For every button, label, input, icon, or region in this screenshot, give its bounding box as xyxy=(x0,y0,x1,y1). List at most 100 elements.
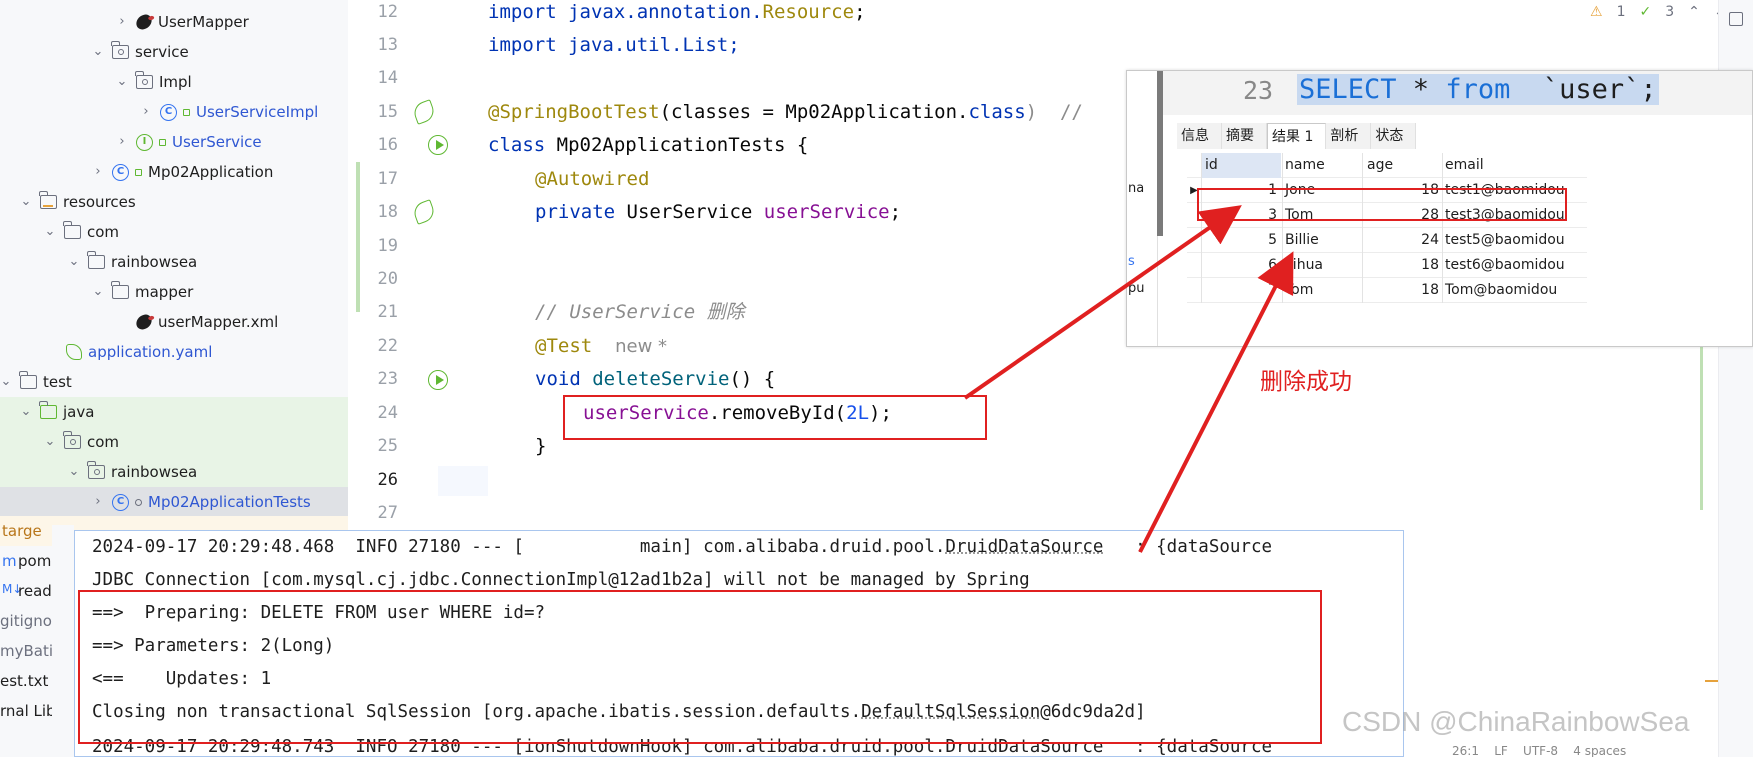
line-number: 13 xyxy=(377,35,398,55)
code-text: void xyxy=(535,368,593,390)
tab-info[interactable]: 信息 xyxy=(1177,123,1222,149)
console-link[interactable]: DruidDataSource xyxy=(945,537,1103,557)
tree-item-usermapper-xml[interactable]: userMapper.xml xyxy=(0,307,348,337)
cell-id[interactable]: 6 xyxy=(1201,253,1281,278)
cell-name[interactable]: Tom xyxy=(1283,278,1363,303)
cell-email[interactable]: test5@baomidou xyxy=(1443,228,1567,253)
tab-profile[interactable]: 剖析 xyxy=(1326,123,1372,149)
tree-item-label: com xyxy=(87,433,120,451)
tree-item-pom[interactable]: pom. xyxy=(18,552,56,570)
cell-email[interactable]: Tom@baomidou xyxy=(1443,278,1567,303)
tree-item-userserviceimpl[interactable]: › C UserServiceImpl xyxy=(0,97,348,127)
tree-item-label: application.yaml xyxy=(88,343,213,361)
tree-item-label: com xyxy=(87,223,120,241)
code-text: class xyxy=(968,101,1026,123)
scroll-change-marker xyxy=(1700,330,1703,510)
maven-icon: m xyxy=(2,552,17,570)
code-text: Resource xyxy=(762,1,855,23)
line-number: 26 xyxy=(377,470,398,490)
chevron-right-icon[interactable]: › xyxy=(116,135,128,148)
tree-item-com[interactable]: ⌄ com xyxy=(0,427,348,457)
cell-age[interactable]: 24 xyxy=(1363,228,1443,253)
cell-name[interactable]: Lihua xyxy=(1283,253,1363,278)
chevron-up-icon[interactable]: ⌃ xyxy=(1688,4,1700,20)
chevron-down-icon[interactable]: ⌄ xyxy=(0,375,12,388)
table-row[interactable]: 5 Billie 24 test5@baomidou xyxy=(1187,228,1587,253)
chevron-down-icon[interactable]: ⌄ xyxy=(44,435,56,448)
tree-item-label: Mp02Application xyxy=(148,163,274,181)
grid-line xyxy=(1201,153,1202,303)
chevron-right-icon[interactable]: › xyxy=(92,495,104,508)
line-number: 25 xyxy=(377,436,398,456)
tree-item-rainbowsea[interactable]: ⌄ rainbowsea xyxy=(0,247,348,277)
cell-id[interactable]: 7 xyxy=(1201,278,1281,303)
mybatis-icon xyxy=(134,13,154,31)
code-text: deleteServie xyxy=(592,368,730,390)
tree-item-mp02applicationtests[interactable]: › C Mp02ApplicationTests xyxy=(0,487,348,517)
side-fragment: na xyxy=(1128,181,1145,196)
column-header-name[interactable]: name xyxy=(1283,153,1363,178)
cell-age[interactable]: 18 xyxy=(1363,278,1443,303)
sql-text: * xyxy=(1396,74,1446,105)
test-class-icon: C xyxy=(112,493,129,511)
tab-status[interactable]: 状态 xyxy=(1371,123,1417,149)
tree-item-external-libraries[interactable]: rnal Lib xyxy=(0,702,56,720)
tree-item-userservice[interactable]: › I UserService xyxy=(0,127,348,157)
tree-item-mapper[interactable]: ⌄ mapper xyxy=(0,277,348,307)
author-hint[interactable]: new * xyxy=(615,336,667,357)
sql-editor[interactable]: 23 SELECT * from `user`; xyxy=(1163,71,1752,115)
tree-item-java[interactable]: ⌄ java xyxy=(0,397,348,427)
column-header-email[interactable]: email xyxy=(1443,153,1567,178)
mybatis-xml-icon xyxy=(134,313,154,331)
access-icon xyxy=(159,138,166,146)
package-icon xyxy=(63,431,81,449)
chevron-down-icon[interactable]: ⌄ xyxy=(20,405,32,418)
delete-success-label: 删除成功 xyxy=(1260,369,1352,395)
tree-item-gitignore[interactable]: gitigno xyxy=(0,612,52,630)
chevron-down-icon[interactable]: ⌄ xyxy=(92,285,104,298)
table-row[interactable]: 6 Lihua 18 test6@baomidou xyxy=(1187,253,1587,278)
tree-item-usermapper[interactable]: › UserMapper xyxy=(0,7,348,37)
tree-item-application-yaml[interactable]: application.yaml xyxy=(0,337,348,367)
tree-item-com[interactable]: ⌄ com xyxy=(0,217,348,247)
cell-id[interactable]: 5 xyxy=(1201,228,1281,253)
cell-name[interactable]: Billie xyxy=(1283,228,1363,253)
chevron-down-icon[interactable]: ⌄ xyxy=(68,465,80,478)
tree-item-mp02application[interactable]: › C Mp02Application xyxy=(0,157,348,187)
table-row[interactable]: 7 Tom 18 Tom@baomidou xyxy=(1187,278,1587,303)
grid-line xyxy=(1282,153,1283,303)
run-test-icon[interactable] xyxy=(428,370,448,390)
column-header-age[interactable]: age xyxy=(1363,153,1443,178)
chevron-down-icon[interactable]: ⌄ xyxy=(20,195,32,208)
column-header-id[interactable]: id xyxy=(1201,153,1281,178)
code-text: ) // xyxy=(1025,101,1083,123)
cell-age[interactable]: 18 xyxy=(1363,253,1443,278)
chevron-down-icon[interactable]: ⌄ xyxy=(68,255,80,268)
inspection-widget[interactable]: ⚠1 ✓3 ⌃ ⌄ xyxy=(1590,4,1726,20)
cell-email[interactable]: test6@baomidou xyxy=(1443,253,1567,278)
chevron-down-icon[interactable]: ⌄ xyxy=(116,75,128,88)
grid-line xyxy=(1362,153,1363,303)
sql-text: SELECT xyxy=(1299,74,1397,105)
package-icon xyxy=(87,461,105,479)
tree-item-readme[interactable]: readı xyxy=(18,582,56,600)
chevron-down-icon[interactable]: ⌄ xyxy=(92,45,104,58)
tab-summary[interactable]: 摘要 xyxy=(1222,123,1267,149)
chevron-right-icon[interactable]: › xyxy=(92,165,104,178)
tree-item-impl[interactable]: ⌄ Impl xyxy=(0,67,348,97)
chevron-right-icon[interactable]: › xyxy=(140,105,152,118)
code-line-25: } xyxy=(535,435,547,457)
check-icon: ✓ xyxy=(1639,4,1652,20)
highlight-box-removebyid xyxy=(563,395,987,440)
database-icon[interactable] xyxy=(1729,12,1743,26)
tree-item-label: test xyxy=(43,373,72,391)
tree-item-test[interactable]: ⌄ test xyxy=(0,367,348,397)
chevron-right-icon[interactable]: › xyxy=(116,15,128,28)
tab-result-1[interactable]: 结果 1 xyxy=(1267,123,1327,149)
tree-item-test-txt[interactable]: est.txt xyxy=(0,672,48,690)
tree-item-rainbowsea[interactable]: ⌄ rainbowsea xyxy=(0,457,348,487)
run-test-icon[interactable] xyxy=(428,135,448,155)
chevron-down-icon[interactable]: ⌄ xyxy=(44,225,56,238)
tree-item-resources[interactable]: ⌄ resources xyxy=(0,187,348,217)
tree-item-service[interactable]: ⌄ service xyxy=(0,37,348,67)
